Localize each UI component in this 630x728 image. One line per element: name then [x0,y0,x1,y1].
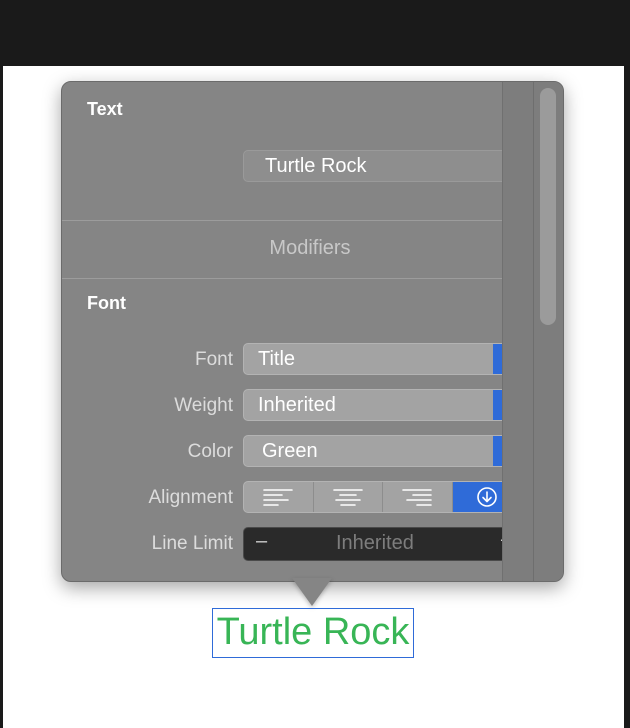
inspector-content: Text Turtle Rock Modifiers Font Font Tit… [62,82,502,581]
scrollbar-gutter [533,82,534,581]
modifiers-label: Modifiers [269,237,351,259]
align-left-button[interactable] [244,482,314,512]
line-limit-row-label: Line Limit [151,533,233,554]
line-limit-value: Inherited [336,532,414,554]
align-right-icon [402,489,433,506]
font-row-label: Font [194,349,233,370]
align-left-icon [263,489,294,506]
attributes-inspector-popover: Text Turtle Rock Modifiers Font Font Tit… [61,81,564,582]
color-popup-value: Green [262,440,318,462]
weight-row-label: Weight [174,395,233,416]
weight-popup-value: Inherited [258,394,336,416]
align-right-button[interactable] [383,482,453,512]
inherited-arrow-down-icon [477,487,498,507]
section-divider [62,220,502,221]
color-popup[interactable]: Green [243,435,502,467]
preview-text-selected[interactable]: Turtle Rock [212,608,414,658]
weight-popup[interactable]: Inherited [243,389,502,421]
color-row-label: Color [187,441,233,462]
align-center-button[interactable] [314,482,383,512]
font-popup[interactable]: Title [243,343,502,375]
decrement-button[interactable]: – [256,530,267,553]
color-popup-chevron-icon [493,436,502,466]
text-section-title: Text [87,99,123,119]
font-popup-chevron-icon [493,344,502,374]
popover-arrow [292,578,332,606]
vertical-scrollbar[interactable] [502,82,563,581]
weight-popup-chevron-icon [493,390,502,420]
align-center-icon [332,489,363,506]
font-section-title: Font [87,293,126,313]
section-divider [62,278,502,279]
text-value-field[interactable]: Turtle Rock [243,150,502,182]
align-inherited-button[interactable] [452,482,502,512]
alignment-segmented-control[interactable] [243,481,502,513]
alignment-row-label: Alignment [148,487,234,508]
scrollbar-thumb[interactable] [540,88,556,325]
line-limit-stepper[interactable]: – Inherited + [243,527,502,561]
font-popup-value: Title [258,348,296,370]
